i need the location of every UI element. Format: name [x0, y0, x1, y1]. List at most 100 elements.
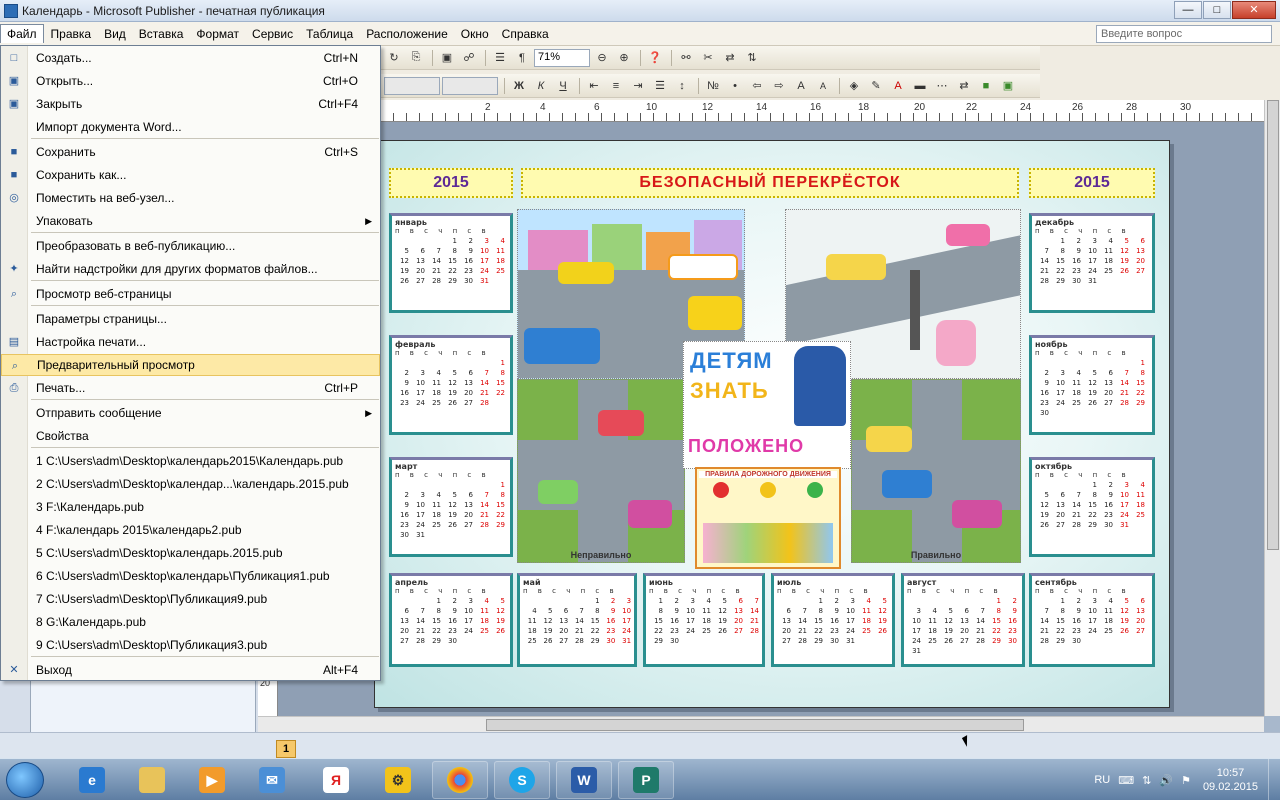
- file-menu-item[interactable]: 7 C:\Users\adm\Desktop\Публикация9.pub: [1, 588, 380, 610]
- language-indicator[interactable]: RU: [1094, 774, 1110, 786]
- calendar-april[interactable]: апрель п в с ч п с в 12345 6 7 8 9 10 11 12 13…: [389, 573, 513, 667]
- font-color-icon[interactable]: A: [888, 77, 908, 95]
- file-menu-item[interactable]: Импорт документа Word...: [1, 116, 380, 138]
- file-menu-item[interactable]: ■ Сохранить Ctrl+S: [1, 141, 380, 163]
- title-banner[interactable]: БЕЗОПАСНЫЙ ПЕРЕКРЁСТОК: [521, 168, 1019, 198]
- workspace[interactable]: 2015 БЕЗОПАСНЫЙ ПЕРЕКРЁСТОК 2015 январь …: [278, 122, 1268, 716]
- font-name-select[interactable]: [442, 76, 498, 95]
- taskbar-explorer[interactable]: [124, 761, 180, 799]
- help-icon[interactable]: ❓: [645, 49, 665, 67]
- columns-icon[interactable]: ☰: [490, 49, 510, 67]
- calendar-november[interactable]: ноябрь п в с ч п с в 1 2345678 9 10 11 12 13…: [1029, 335, 1155, 435]
- insert-object-icon[interactable]: ▣: [437, 49, 457, 67]
- file-menu-item[interactable]: 9 C:\Users\adm\Desktop\Публикация3.pub: [1, 634, 380, 656]
- file-menu-item[interactable]: Отправить сообщение ▶: [1, 402, 380, 424]
- file-menu-item[interactable]: Преобразовать в веб-публикацию...: [1, 235, 380, 257]
- taskbar-mail[interactable]: ✉: [244, 761, 300, 799]
- line-style-icon[interactable]: ▬: [910, 77, 930, 95]
- calendar-june[interactable]: июнь п в с ч п с в 1234567 8 9 10 11 12 13 14 …: [643, 573, 765, 667]
- taskbar-yandex[interactable]: Я: [308, 761, 364, 799]
- keyboard-icon[interactable]: ⌨: [1118, 774, 1134, 787]
- zoom-in-icon[interactable]: ⊕: [614, 49, 634, 67]
- file-menu-item[interactable]: Параметры страницы...: [1, 308, 380, 330]
- taskbar-publisher[interactable]: P: [618, 761, 674, 799]
- pilcrow-icon[interactable]: ¶: [512, 49, 532, 67]
- 3d-style-icon[interactable]: ▣: [998, 77, 1018, 95]
- dash-style-icon[interactable]: ⋯: [932, 77, 952, 95]
- close-button[interactable]: ✕: [1232, 1, 1276, 19]
- volume-icon[interactable]: 🔊: [1159, 774, 1173, 787]
- file-menu-item[interactable]: 6 C:\Users\adm\Desktop\календарь\Публика…: [1, 565, 380, 587]
- calendar-may[interactable]: май п в с ч п с в 123 4 5 6 7 8 9 10 11 12 13 14 1…: [517, 573, 637, 667]
- file-menu-item[interactable]: 8 G:\Календарь.pub: [1, 611, 380, 633]
- calendar-december[interactable]: декабрь п в с ч п с в 123456 7 8 9 10 11 12 13…: [1029, 213, 1155, 313]
- text-direction-icon[interactable]: ⇅: [742, 49, 762, 67]
- maximize-button[interactable]: □: [1203, 1, 1231, 19]
- file-menu-item[interactable]: ■ Сохранить как...: [1, 164, 380, 186]
- bold-icon[interactable]: Ж: [509, 77, 529, 95]
- taskbar-chrome[interactable]: [432, 761, 488, 799]
- arrow-style-icon[interactable]: ⇄: [954, 77, 974, 95]
- flag-icon[interactable]: ⚑: [1181, 774, 1191, 787]
- file-menu-item[interactable]: 4 F:\календарь 2015\календарь2.pub: [1, 519, 380, 541]
- publisher-app-icon[interactable]: [4, 3, 18, 18]
- file-menu-item[interactable]: ⌕ Предварительный просмотр: [1, 354, 380, 376]
- text-flow-icon[interactable]: ⇄: [720, 49, 740, 67]
- menu-format[interactable]: Формат: [190, 25, 245, 43]
- unlink-icon[interactable]: ✂: [698, 49, 718, 67]
- horizontal-scrollbar[interactable]: [258, 716, 1264, 732]
- file-menu-item[interactable]: Упаковать ▶: [1, 210, 380, 232]
- calendar-september[interactable]: сентябрь п в с ч п с в 123456 7 8 9 10 11 12 1…: [1029, 573, 1155, 667]
- menu-tools[interactable]: Сервис: [246, 25, 299, 43]
- file-menu-item[interactable]: 5 C:\Users\adm\Desktop\календарь.2015.pu…: [1, 542, 380, 564]
- ask-question-input[interactable]: Введите вопрос: [1096, 25, 1272, 43]
- page-number-badge[interactable]: 1: [276, 740, 296, 758]
- file-menu-item[interactable]: ⎙ Печать... Ctrl+P: [1, 377, 380, 399]
- kids-title-picture[interactable]: ДЕТЯМ ЗНАТЬ ПОЛОЖЕНО: [683, 341, 851, 469]
- calendar-october[interactable]: октябрь п в с ч п с в 1234 5 6 7 8 9 10 11 12 1…: [1029, 457, 1155, 557]
- menu-help[interactable]: Справка: [496, 25, 555, 43]
- line-spacing-icon[interactable]: ↕: [672, 77, 692, 95]
- file-menu-item[interactable]: ✕ Выход Alt+F4: [1, 659, 380, 681]
- calendar-march[interactable]: март п в с ч п с в 1 2345678 9 10 11 12 13 14…: [389, 457, 513, 557]
- show-desktop-button[interactable]: [1268, 759, 1280, 800]
- file-menu-item[interactable]: 2 C:\Users\adm\Desktop\календар...\кален…: [1, 473, 380, 495]
- file-menu-item[interactable]: ⌕ Просмотр веб-страницы: [1, 283, 380, 305]
- align-right-icon[interactable]: ⇥: [628, 77, 648, 95]
- calendar-august[interactable]: август п в с ч п с в 12 3456789 10 11 12 13…: [901, 573, 1025, 667]
- vertical-scrollbar[interactable]: [1264, 100, 1280, 716]
- file-menu-item[interactable]: ▣ Закрыть Ctrl+F4: [1, 93, 380, 115]
- menu-table[interactable]: Таблица: [300, 25, 359, 43]
- font-size-select[interactable]: [384, 76, 440, 95]
- publication-page[interactable]: 2015 БЕЗОПАСНЫЙ ПЕРЕКРЁСТОК 2015 январь …: [374, 140, 1170, 708]
- align-center-icon[interactable]: ≡: [606, 77, 626, 95]
- shadow-style-icon[interactable]: ■: [976, 77, 996, 95]
- file-menu-item[interactable]: ▣ Открыть... Ctrl+O: [1, 70, 380, 92]
- traffic-rules-picture[interactable]: ПРАВИЛА ДОРОЖНОГО ДВИЖЕНИЯ: [695, 467, 841, 569]
- network-icon[interactable]: ⇅: [1142, 774, 1151, 787]
- file-menu-item[interactable]: □ Создать... Ctrl+N: [1, 47, 380, 69]
- taskbar-ie[interactable]: e: [64, 761, 120, 799]
- hyperlink-icon[interactable]: ☍: [459, 49, 479, 67]
- calendar-january[interactable]: январь п в с ч п с в 1234 5 6 7 8 9 10 11 12 13…: [389, 213, 513, 313]
- bullets-icon[interactable]: •: [725, 77, 745, 95]
- file-menu-item[interactable]: 1 C:\Users\adm\Desktop\календарь2015\Кал…: [1, 450, 380, 472]
- zoom-out-icon[interactable]: ⊖: [592, 49, 612, 67]
- file-menu-item[interactable]: 3 F:\Календарь.pub: [1, 496, 380, 518]
- year-banner-right[interactable]: 2015: [1029, 168, 1155, 198]
- start-button[interactable]: [6, 762, 44, 798]
- zoom-select[interactable]: 71%: [534, 48, 590, 67]
- rotate-icon[interactable]: ↻: [384, 49, 404, 67]
- increase-indent-icon[interactable]: ⇨: [769, 77, 789, 95]
- taskbar-media-player[interactable]: ▶: [184, 761, 240, 799]
- menu-view[interactable]: Вид: [98, 25, 132, 43]
- calendar-february[interactable]: февраль п в с ч п с в 1 2345678 9 10 11 12 1…: [389, 335, 513, 435]
- file-menu-item[interactable]: ▤ Настройка печати...: [1, 331, 380, 353]
- underline-icon[interactable]: Ч: [553, 77, 573, 95]
- file-menu-item[interactable]: Свойства: [1, 425, 380, 447]
- wrong-crossing-picture[interactable]: Неправильно: [517, 379, 685, 563]
- taskbar-skype[interactable]: S: [494, 761, 550, 799]
- numbering-icon[interactable]: №: [703, 77, 723, 95]
- link-icon[interactable]: ⚯: [676, 49, 696, 67]
- font-size-down-icon[interactable]: A: [813, 77, 833, 95]
